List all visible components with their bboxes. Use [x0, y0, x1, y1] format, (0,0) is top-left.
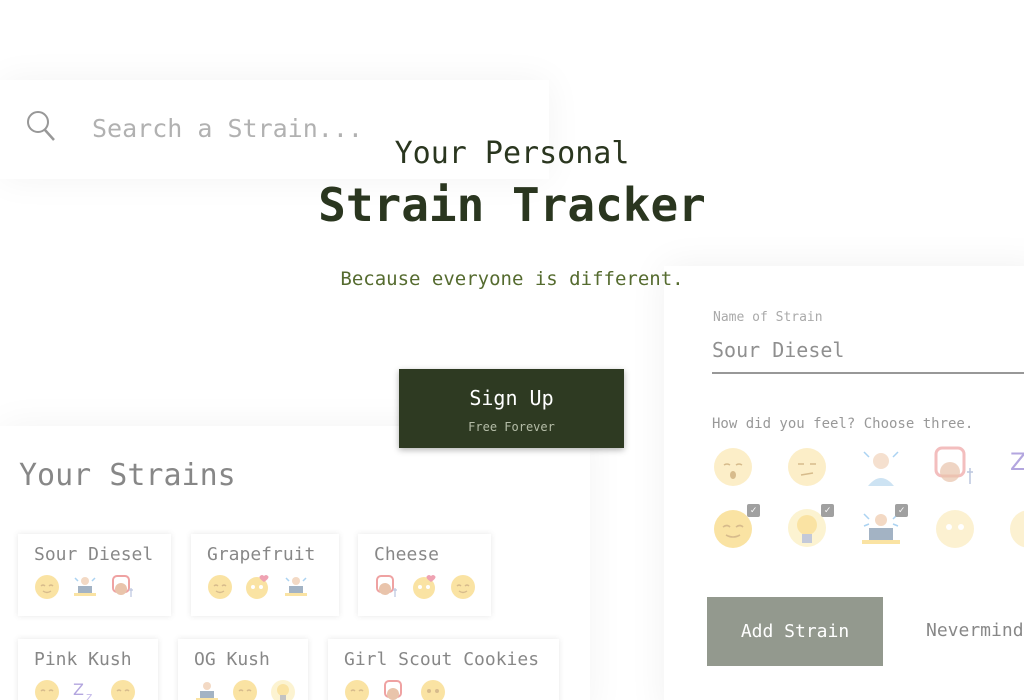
relaxed-face-icon — [207, 574, 233, 600]
love-face-icon — [245, 574, 271, 600]
productive-working-option[interactable]: ✓ — [860, 504, 908, 550]
relaxed-face-icon — [232, 679, 258, 700]
working-person-icon — [72, 574, 98, 600]
strain-name: Pink Kush — [34, 649, 132, 670]
calm-face-option[interactable] — [1008, 508, 1024, 550]
strain-name: Girl Scout Cookies — [344, 649, 540, 670]
sleepy-zzz-option[interactable]: Zz — [1008, 446, 1024, 488]
relaxed-face-icon — [450, 574, 476, 600]
background-mockup: Your Strains Sour Diesel Grapefruit Chee… — [0, 0, 1024, 700]
love-face-icon — [412, 574, 438, 600]
relaxed-face-option[interactable]: ✓ — [712, 504, 760, 550]
creative-lightbulb-option[interactable]: ✓ — [786, 504, 834, 550]
neutral-face-option[interactable] — [934, 508, 976, 550]
sleepy-zzz-icon: Zz — [72, 679, 98, 700]
unamused-face-option[interactable] — [786, 446, 828, 488]
strains-title: Your Strains — [19, 458, 236, 493]
strain-name: OG Kush — [194, 649, 270, 670]
hungry-person-icon — [110, 574, 136, 600]
tired-face-option[interactable] — [712, 446, 754, 488]
hero-subtitle: Your Personal — [394, 136, 630, 171]
checked-icon: ✓ — [821, 504, 834, 517]
relaxed-face-icon — [110, 679, 136, 700]
strain-name: Sour Diesel — [34, 544, 154, 565]
relaxed-face-icon — [34, 574, 60, 600]
checked-icon: ✓ — [895, 504, 908, 517]
relaxed-face-icon — [344, 679, 370, 700]
hungry-person-icon — [382, 679, 408, 700]
signup-label: Sign Up — [469, 385, 554, 410]
strains-card: Your Strains Sour Diesel Grapefruit Chee… — [0, 426, 590, 700]
hungry-person-option[interactable] — [934, 446, 976, 488]
feel-prompt: How did you feel? Choose three. — [712, 416, 974, 432]
neutral-face-icon — [420, 679, 446, 700]
relaxed-face-icon — [34, 679, 60, 700]
svg-text:Z: Z — [73, 680, 84, 699]
strain-tile-cheese[interactable]: Cheese — [358, 534, 491, 616]
checked-icon: ✓ — [747, 504, 760, 517]
hungry-person-icon — [374, 574, 400, 600]
strain-tile-pink-kush[interactable]: Pink Kush Zz — [18, 639, 158, 700]
strain-name: Cheese — [374, 544, 440, 565]
strain-tile-og-kush[interactable]: OG Kush — [178, 639, 308, 700]
focused-person-option[interactable] — [860, 446, 902, 488]
svg-text:Z: Z — [1010, 448, 1024, 476]
add-strain-button[interactable]: Add Strain — [707, 597, 883, 666]
hero-tagline: Because everyone is different. — [340, 268, 684, 290]
add-strain-form: Name of Strain Sour Diesel How did you f… — [664, 266, 1024, 700]
working-person-icon — [283, 574, 309, 600]
working-person-icon — [194, 679, 220, 700]
signup-button[interactable]: Sign Up Free Forever — [399, 369, 624, 448]
strain-tile-girl-scout-cookies[interactable]: Girl Scout Cookies — [328, 639, 559, 700]
strain-name-label: Name of Strain — [713, 310, 823, 325]
hero-title: Strain Tracker — [318, 178, 706, 232]
strain-name: Grapefruit — [207, 544, 316, 565]
strain-tile-sour-diesel[interactable]: Sour Diesel — [18, 534, 171, 616]
strain-tile-grapefruit[interactable]: Grapefruit — [191, 534, 339, 616]
svg-text:z: z — [86, 690, 92, 700]
strain-name-field[interactable]: Sour Diesel — [712, 338, 1024, 374]
lightbulb-icon — [270, 679, 296, 700]
nevermind-button[interactable]: Nevermind — [926, 620, 1024, 641]
signup-sublabel: Free Forever — [468, 419, 555, 434]
feeling-picker: Zz ✓ ✓ ✓ — [712, 446, 1024, 556]
